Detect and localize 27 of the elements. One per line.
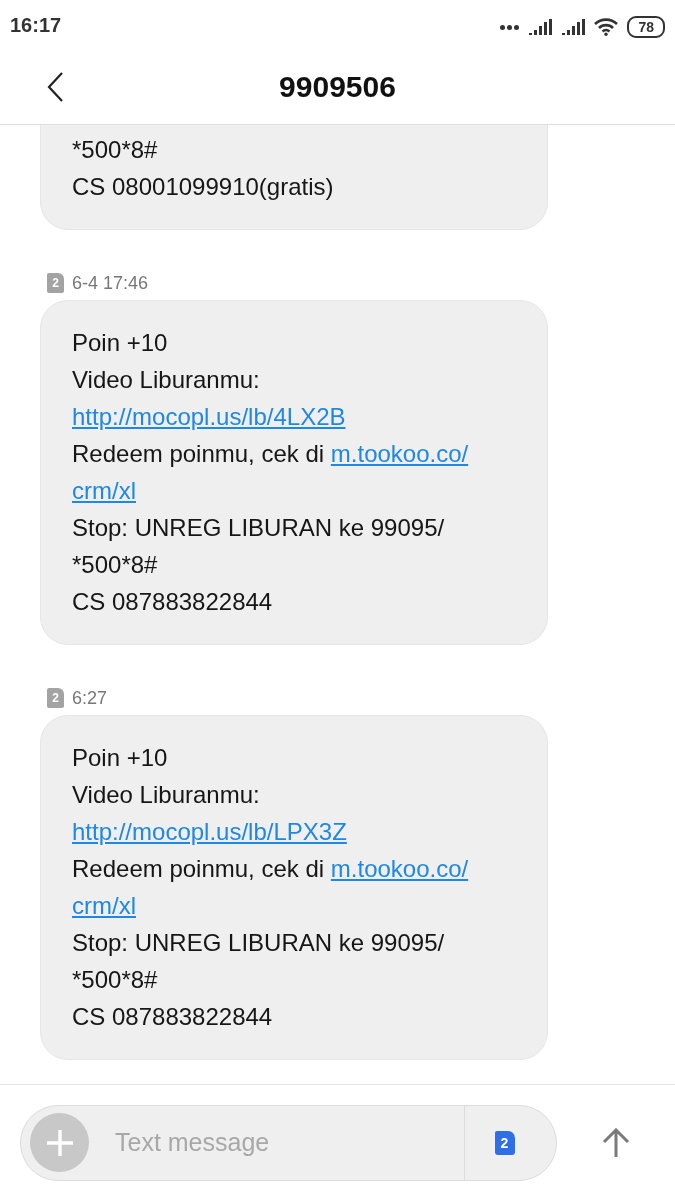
message-text: *500*8# CS 08001099910(gratis) — [72, 135, 335, 202]
status-time: 16:17 — [10, 13, 62, 37]
signal-icon — [561, 19, 586, 35]
wifi-icon — [594, 18, 619, 36]
sim-label: 2 — [47, 273, 64, 293]
sim-selector[interactable]: 2 — [464, 1105, 556, 1180]
plus-icon — [45, 1128, 74, 1157]
conversation-title: 9909506 — [279, 70, 396, 104]
message-text: Poin +10 Video Liburanmu: http://mocopl.us/lb/LPX3Z Redeem poinmu, cek di m.tookoo.co/ crm/xl Stop: UNREG LIBURAN ke 99095/ *500*8# CS 087883822844 — [72, 743, 470, 1032]
link[interactable]: m.tookoo.co/ — [330, 855, 469, 882]
message-time: 6:27 — [72, 687, 108, 709]
text-message-field[interactable]: Text message — [115, 1117, 464, 1168]
signal-icon — [528, 19, 553, 35]
message-time: 6-4 17:46 — [72, 272, 149, 294]
up-arrow-icon — [602, 1127, 630, 1158]
message-text: Poin +10 Video Liburanmu: http://mocopl.us/lb/4LX2B Redeem poinmu, cek di m.tookoo.co/ crm/xl Stop: UNREG LIBURAN ke 99095/ *500*8# CS 087883822844 — [72, 328, 470, 617]
link[interactable]: http://mocopl.us/lb/4LX2B — [72, 403, 346, 430]
sim-label: 2 — [47, 688, 64, 708]
back-chevron-icon — [47, 72, 63, 102]
more-dots-icon — [500, 24, 520, 30]
battery-level: 78 — [627, 16, 665, 38]
link[interactable]: m.tookoo.co/ — [330, 440, 469, 467]
send-button[interactable] — [602, 1127, 630, 1158]
link[interactable]: crm/xl — [72, 477, 136, 504]
message-input-bar[interactable]: Text message 2 — [20, 1104, 557, 1181]
link[interactable]: http://mocopl.us/lb/LPX3Z — [72, 818, 347, 845]
link[interactable]: crm/xl — [72, 892, 136, 919]
